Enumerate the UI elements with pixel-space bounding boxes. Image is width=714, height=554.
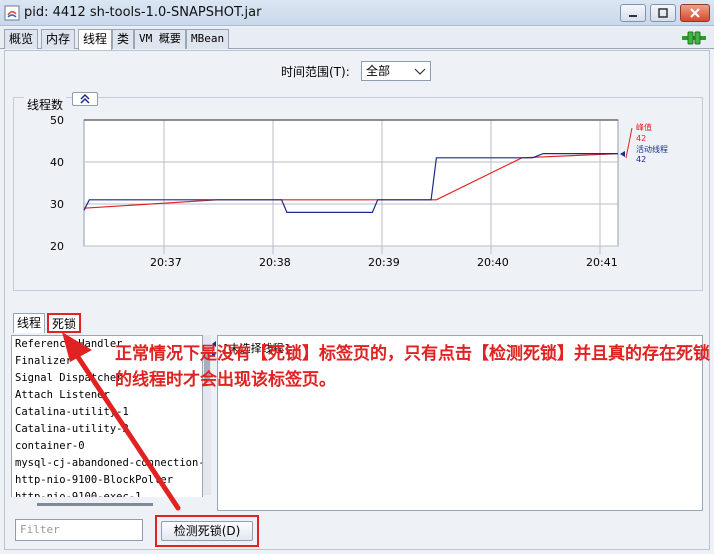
legend-peak-label: 峰值 [636, 122, 652, 132]
legend-live-value: 42 [636, 155, 646, 164]
thread-list-hscroll[interactable] [11, 497, 203, 511]
legend-live-marker [620, 151, 625, 157]
close-icon [690, 8, 700, 18]
maximize-button[interactable] [650, 4, 676, 22]
thread-list-item[interactable]: container-0 [12, 438, 202, 455]
annotation-text: 正常情况下是没有【死锁】标签页的，只有点击【检测死锁】并且真的存在死锁的线程时才… [115, 344, 710, 390]
chevron-down-icon [414, 68, 426, 75]
main-tab-strip: 概览 内存 线程 类 VM 概要 MBean [0, 27, 714, 50]
tab-deadlock[interactable]: 死锁 [47, 313, 82, 333]
time-range-select[interactable]: 全部 [361, 61, 431, 81]
tab-memory[interactable]: 内存 [41, 29, 76, 49]
x-tick-label: 20:40 [477, 256, 509, 269]
tab-threads[interactable]: 线程 [78, 29, 113, 50]
legend-live-label: 活动线程 [636, 144, 668, 154]
legend-peak-marker [625, 127, 633, 159]
detect-deadlock-button[interactable]: 检测死锁(D) [161, 521, 253, 541]
minimize-button[interactable] [620, 4, 646, 22]
close-button[interactable] [680, 4, 710, 22]
java-app-icon [4, 5, 20, 21]
maximize-icon [658, 8, 668, 18]
thread-list-item[interactable]: http-nio-9100-BlockPoller [12, 472, 202, 489]
x-tick-label: 20:41 [586, 256, 618, 269]
tab-overview[interactable]: 概览 [4, 29, 39, 49]
threads-panel: 时间范围(T): 全部 50 40 30 20 20:37 20:38 20:39 20:40… [4, 50, 710, 550]
tab-mbean[interactable]: MBean [186, 29, 230, 49]
double-chevron-up-icon [80, 93, 90, 104]
tab-classes[interactable]: 类 [112, 29, 135, 49]
y-tick-label: 50 [50, 114, 64, 127]
chart-title: 线程数 [24, 96, 67, 113]
x-tick-label: 20:37 [150, 256, 182, 269]
time-range-label: 时间范围(T): [281, 65, 350, 79]
tab-vm-summary[interactable]: VM 概要 [134, 29, 186, 49]
x-tick-label: 20:38 [259, 256, 291, 269]
thread-list-item[interactable]: Catalina-utility-1 [12, 404, 202, 421]
legend-peak-value: 42 [636, 134, 646, 143]
tab-thread-list[interactable]: 线程 [13, 313, 46, 333]
thread-list-item[interactable]: Catalina-utility-2 [12, 421, 202, 438]
x-tick-label: 20:39 [368, 256, 400, 269]
minimize-icon [629, 15, 637, 17]
connection-icon [682, 31, 706, 45]
title-bar: pid: 4412 sh-tools-1.0-SNAPSHOT.jar [0, 0, 714, 26]
y-tick-label: 20 [50, 240, 64, 253]
collapse-chart-button[interactable] [72, 92, 98, 106]
thread-count-chart: 50 40 30 20 20:37 20:38 20:39 20:40 20:41 峰值 42活动线… [50, 114, 668, 269]
detect-deadlock-highlight: 检测死锁(D) [155, 515, 259, 547]
filter-input[interactable]: Filter [15, 519, 143, 541]
thread-count-chart-panel: 50 40 30 20 20:37 20:38 20:39 20:40 20:41 峰值 42 活动线… [13, 92, 703, 291]
y-tick-label: 40 [50, 156, 64, 169]
scroll-thumb[interactable] [37, 503, 153, 506]
thread-list-item[interactable]: mysql-cj-abandoned-connection- [12, 455, 202, 472]
y-tick-label: 30 [50, 198, 64, 211]
window-title: pid: 4412 sh-tools-1.0-SNAPSHOT.jar [24, 5, 262, 20]
time-range-value: 全部 [366, 64, 391, 78]
